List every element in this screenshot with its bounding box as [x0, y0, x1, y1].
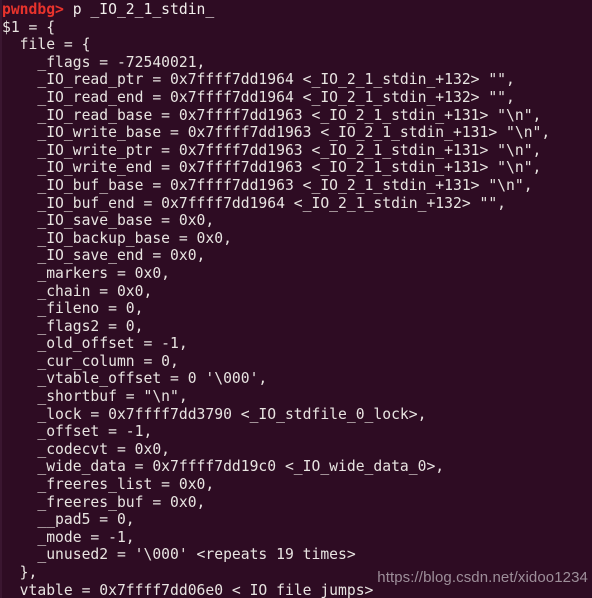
- terminal-output-line: _offset = -1,: [2, 423, 153, 441]
- terminal-output-line: _IO_write_base = 0x7ffff7dd1963 <_IO_2_1…: [2, 124, 551, 142]
- terminal-screen[interactable]: pwndbg> p _IO_2_1_stdin_ $1 = { file = {…: [2, 0, 592, 598]
- terminal-output-line: _IO_save_end = 0x0,: [2, 247, 206, 265]
- terminal-output-line: _chain = 0x0,: [2, 282, 153, 300]
- terminal-window[interactable]: pwndbg> p _IO_2_1_stdin_ $1 = { file = {…: [0, 0, 592, 598]
- shell-prompt-label: pwndbg>: [2, 1, 64, 18]
- terminal-output-line: _old_offset = -1,: [2, 335, 188, 353]
- terminal-output-line: _IO_read_base = 0x7ffff7dd1963 <_IO_2_1_…: [2, 106, 542, 124]
- terminal-output-line: _IO_buf_end = 0x7ffff7dd1964 <_IO_2_1_st…: [2, 194, 507, 212]
- terminal-output-line: vtable = 0x7ffff7dd06e0 <_IO_file_jumps>: [2, 581, 374, 598]
- terminal-output-line: },: [2, 564, 38, 581]
- terminal-output-line: _unused2 = '\000' <repeats 19 times>: [2, 546, 356, 564]
- terminal-output-line: _shortbuf = "\n",: [2, 388, 188, 406]
- terminal-output-line: _codecvt = 0x0,: [2, 440, 171, 458]
- terminal-output-line: _freeres_list = 0x0,: [2, 476, 215, 494]
- terminal-output-line: _markers = 0x0,: [2, 264, 171, 282]
- terminal-output-line: _IO_write_end = 0x7ffff7dd1963 <_IO_2_1_…: [2, 159, 542, 177]
- terminal-output-line: _flags2 = 0,: [2, 317, 144, 335]
- terminal-output-line: _IO_read_ptr = 0x7ffff7dd1964 <_IO_2_1_s…: [2, 71, 515, 89]
- terminal-output-line: _freeres_buf = 0x0,: [2, 493, 206, 511]
- terminal-output-line: _lock = 0x7ffff7dd3790 <_IO_stdfile_0_lo…: [2, 405, 427, 423]
- terminal-output-line: file = {: [2, 36, 91, 54]
- terminal-output-line: _mode = -1,: [2, 528, 135, 546]
- terminal-prompt-line: pwndbg> p _IO_2_1_stdin_: [2, 1, 592, 19]
- terminal-output-line: _flags = -72540021,: [2, 53, 206, 71]
- terminal-output-line: _IO_backup_base = 0x0,: [2, 229, 232, 247]
- terminal-output-line: _IO_buf_base = 0x7ffff7dd1963 <_IO_2_1_s…: [2, 176, 533, 194]
- terminal-output-line: $1 = {: [2, 18, 56, 36]
- terminal-output-line: _IO_save_base = 0x0,: [2, 212, 215, 230]
- terminal-output-line: _IO_write_ptr = 0x7ffff7dd1963 <_IO_2_1_…: [2, 141, 542, 159]
- terminal-output-line: _IO_read_end = 0x7ffff7dd1964 <_IO_2_1_s…: [2, 88, 515, 106]
- terminal-output-line: __pad5 = 0,: [2, 511, 135, 529]
- terminal-output-line: _wide_data = 0x7ffff7dd19c0 <_IO_wide_da…: [2, 458, 445, 476]
- terminal-output-line: _fileno = 0,: [2, 300, 144, 318]
- terminal-output: $1 = { file = { _flags = -72540021, _IO_…: [2, 19, 592, 598]
- terminal-output-line: _cur_column = 0,: [2, 352, 179, 370]
- terminal-output-line: _vtable_offset = 0 '\000',: [2, 370, 268, 388]
- shell-command-text: p _IO_2_1_stdin_: [63, 1, 215, 18]
